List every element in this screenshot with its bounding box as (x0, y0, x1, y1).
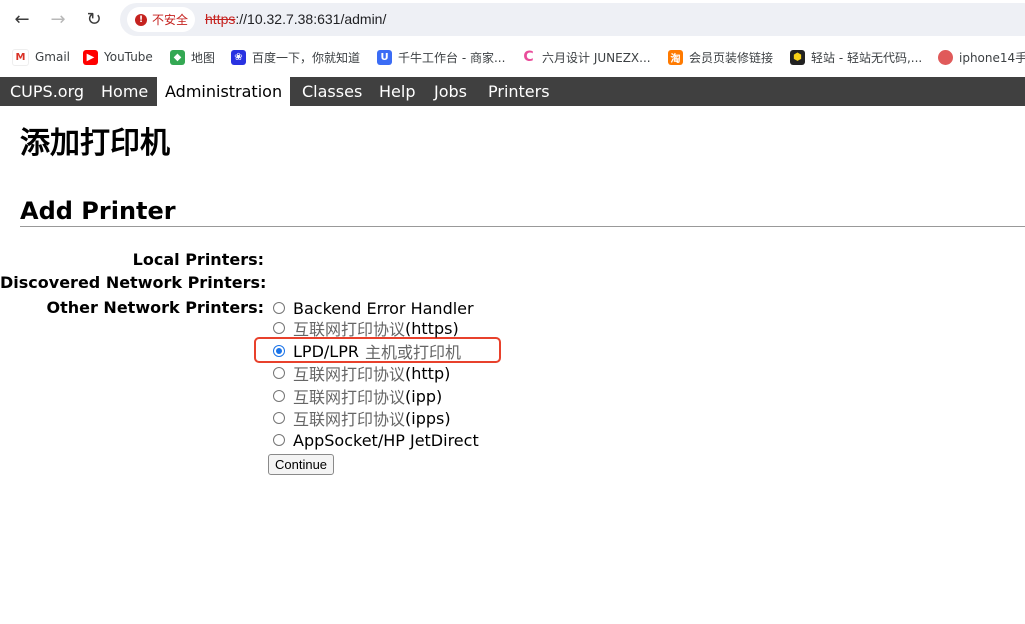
radio-button[interactable] (273, 302, 285, 314)
tab-cups-org[interactable]: CUPS.org (2, 77, 92, 106)
tab-home[interactable]: Home (93, 77, 156, 106)
url-scheme: https (205, 11, 236, 27)
bookmark-junezx[interactable]: C 六月设计 JUNEZX... (521, 47, 651, 67)
other-printers-label: Other Network Printers: (46, 298, 264, 317)
gmail-icon: M (12, 48, 29, 66)
option-label-suffix: (https) (405, 318, 459, 338)
option-label-cn: 互联网打印协议 (293, 365, 406, 384)
bookmark-qianniu[interactable]: U 千牛工作台 - 商家... (377, 47, 505, 67)
tab-administration[interactable]: Administration (157, 77, 291, 106)
bookmark-baidu[interactable]: ❀ 百度一下，你就知道 (231, 47, 360, 67)
bookmarks-bar: M Gmail ▶ YouTube ◆ 地图 ❀ 百度一下，你就知道 U 千牛工… (0, 41, 1025, 72)
radio-button[interactable] (273, 367, 285, 379)
bookmark-youtube[interactable]: ▶ YouTube (83, 47, 153, 67)
section-title: Add Printer (20, 197, 176, 225)
iphone-bookmark-icon (938, 49, 953, 65)
youtube-icon: ▶ (83, 49, 98, 65)
url-path: ://10.32.7.38:631/admin/ (235, 11, 387, 27)
discovered-printers-label: Discovered Network Printers: (0, 273, 267, 292)
bookmark-label: 千牛工作台 - 商家... (398, 50, 506, 65)
forward-arrow-icon[interactable]: → (46, 8, 70, 32)
taobao-icon: 淘 (668, 49, 683, 65)
junezx-icon: C (521, 49, 536, 65)
bookmark-gmail[interactable]: M Gmail (12, 47, 70, 67)
bookmark-maps[interactable]: ◆ 地图 (170, 47, 215, 67)
tab-printers[interactable]: Printers (480, 77, 558, 106)
bookmark-qingzhan[interactable]: ⬢ 轻站 - 轻站无代码,... (790, 47, 922, 67)
option-label: AppSocket/HP JetDirect (293, 430, 479, 450)
option-label-cn: 互联网打印协议 (293, 320, 406, 339)
page-title: 添加打印机 (20, 126, 170, 161)
qianniu-icon: U (377, 49, 392, 65)
security-label: 不安全 (152, 13, 189, 27)
option-label: LPD/LPR (293, 341, 359, 361)
option-label-cn: 互联网打印协议 (293, 410, 406, 429)
option-ipp[interactable]: 互联网打印协议 (ipp) (273, 386, 443, 407)
radio-button[interactable] (273, 390, 285, 402)
bookmark-label: iphone14手 (959, 50, 1025, 65)
bookmark-label: 地图 (191, 50, 216, 65)
option-appsocket-jetdirect[interactable]: AppSocket/HP JetDirect (273, 430, 479, 450)
back-arrow-icon[interactable]: ← (10, 8, 34, 32)
bookmark-label: YouTube (104, 50, 153, 64)
option-lpd-lpr[interactable]: LPD/LPR 主机或打印机 (273, 341, 461, 362)
bookmark-label: 六月设计 JUNEZX... (542, 50, 651, 65)
browser-toolbar: ← → ↻ ! 不安全 https://10.32.7.38:631/admin… (0, 0, 1025, 39)
bookmark-label: 会员页装修链接 (689, 50, 774, 65)
radio-button[interactable] (273, 412, 285, 424)
option-label-cn: 互联网打印协议 (293, 388, 406, 407)
qingzhan-icon: ⬢ (790, 49, 805, 65)
option-label-cn: 主机或打印机 (364, 343, 461, 362)
option-label: Backend Error Handler (293, 298, 474, 318)
bookmark-label: Gmail (35, 50, 71, 64)
address-bar[interactable]: ! 不安全 https://10.32.7.38:631/admin/ (120, 3, 1025, 36)
baidu-icon: ❀ (231, 49, 246, 65)
bookmark-label: 轻站 - 轻站无代码,... (811, 50, 923, 65)
url-text[interactable]: https://10.32.7.38:631/admin/ (205, 11, 386, 27)
radio-button-selected[interactable] (273, 345, 285, 357)
radio-button[interactable] (273, 322, 285, 334)
option-ipp-http[interactable]: 互联网打印协议 (http) (273, 363, 451, 384)
reload-icon[interactable]: ↻ (82, 8, 106, 32)
bookmark-member-page[interactable]: 淘 会员页装修链接 (668, 47, 773, 67)
tab-classes[interactable]: Classes (294, 77, 370, 106)
option-label-suffix: (ipps) (405, 408, 451, 428)
option-label-suffix: (http) (405, 363, 451, 383)
bookmark-label: 百度一下，你就知道 (252, 50, 361, 65)
cups-header: CUPS.org Home Administration Classes Hel… (0, 77, 1025, 106)
continue-button[interactable]: Continue (268, 454, 335, 475)
bookmark-iphone14[interactable]: iphone14手 (938, 47, 1025, 67)
option-ipp-https[interactable]: 互联网打印协议 (https) (273, 318, 459, 339)
option-backend-error-handler[interactable]: Backend Error Handler (273, 298, 474, 318)
option-label-suffix: (ipp) (405, 386, 443, 406)
section-divider (20, 226, 1025, 227)
maps-icon: ◆ (170, 49, 185, 65)
tab-help[interactable]: Help (371, 77, 423, 106)
tab-jobs[interactable]: Jobs (426, 77, 475, 106)
security-chip[interactable]: ! 不安全 (127, 7, 195, 32)
insecure-warning-icon: ! (135, 13, 147, 26)
local-printers-label: Local Printers: (132, 250, 264, 269)
radio-button[interactable] (273, 434, 285, 446)
option-ipps[interactable]: 互联网打印协议 (ipps) (273, 408, 451, 429)
